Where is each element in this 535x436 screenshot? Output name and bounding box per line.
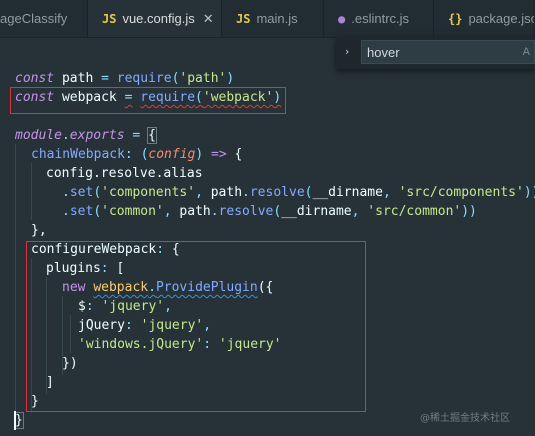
expand-replace-chevron-icon[interactable]: › (345, 45, 349, 58)
code-line-6: config.resolve.alias (46, 166, 203, 181)
code-line-5: chainWebpack: (config) => { (31, 147, 243, 162)
tab-main-js[interactable]: JS main.js (222, 0, 324, 37)
json-file-icon: {} (448, 11, 463, 26)
indent-guide (15, 144, 16, 414)
find-widget: › hover A (336, 37, 535, 69)
close-icon[interactable]: ✕ (203, 11, 214, 27)
find-input[interactable]: hover A (361, 40, 535, 64)
watermark: @稀土掘金技术社区 (420, 413, 510, 424)
javascript-file-icon: JS (102, 11, 117, 26)
code-line-19: } (14, 412, 24, 429)
match-case-option[interactable]: A (523, 46, 530, 58)
tab-vue-config[interactable]: JS vue.config.js ✕ (88, 0, 222, 37)
code-line-8: .set('common', path.resolve(__dirname, '… (62, 204, 477, 219)
javascript-file-icon: JS (236, 11, 251, 26)
indent-guide (31, 163, 32, 220)
eslint-file-icon: ● (338, 11, 346, 26)
tab-label: package.json (468, 11, 534, 26)
tab-label: ageClassify (0, 11, 68, 26)
find-input-value: hover (367, 45, 400, 60)
tab-label: .eslintrc.js (351, 11, 410, 26)
tab-package-json[interactable]: {} package.json (434, 0, 535, 37)
text-cursor (14, 411, 16, 430)
tab-eslintrc[interactable]: ● .eslintrc.js (324, 0, 434, 37)
code-line-4: module.exports = { (15, 127, 157, 144)
tab-label: main.js (256, 11, 298, 26)
code-line-1: const path = require('path') (15, 71, 235, 86)
tab-pageclassify[interactable]: ageClassify (0, 0, 88, 37)
editor-tab-bar: ageClassify JS vue.config.js ✕ JS main.j… (0, 0, 535, 38)
highlight-box-webpack-require (10, 87, 286, 114)
code-editor[interactable]: const path = require('path') const webpa… (0, 37, 535, 436)
code-line-9: }, (31, 223, 47, 238)
highlight-box-configure-webpack (26, 241, 366, 412)
tab-label: vue.config.js (122, 11, 195, 26)
code-line-7: .set('components', path.resolve(__dirnam… (62, 185, 535, 200)
